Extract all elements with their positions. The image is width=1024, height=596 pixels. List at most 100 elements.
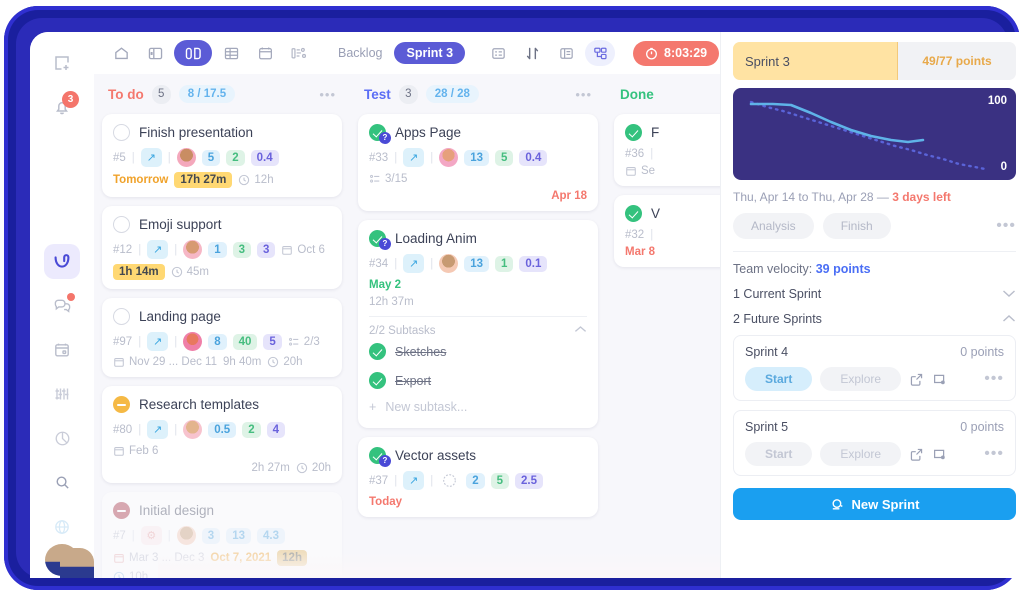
task-checkbox[interactable]: ? bbox=[369, 124, 391, 144]
arrow-icon[interactable]: ↗ bbox=[403, 254, 425, 273]
analytics-icon[interactable] bbox=[44, 421, 80, 455]
task-estimate: 45m bbox=[171, 266, 209, 278]
start-sprint-button[interactable]: Start bbox=[745, 367, 813, 391]
task-checkbox[interactable]: ? bbox=[369, 447, 391, 467]
subtasks-header[interactable]: 2/2 Subtasks bbox=[369, 316, 587, 337]
chevron-up-icon[interactable] bbox=[574, 325, 587, 337]
column-points: 28 / 28 bbox=[425, 85, 479, 103]
table-icon[interactable] bbox=[216, 40, 246, 66]
future-sprint-menu-icon[interactable]: ••• bbox=[984, 370, 1004, 388]
arrow-icon[interactable]: ↗ bbox=[147, 240, 169, 259]
task-checkbox[interactable] bbox=[113, 216, 130, 233]
grid-icon[interactable] bbox=[483, 40, 513, 66]
arrow-icon[interactable]: ↗ bbox=[147, 332, 169, 351]
sprint-progress-bar[interactable]: Sprint 3 49/77 points bbox=[733, 42, 1016, 80]
chevron-down-icon[interactable] bbox=[1002, 287, 1016, 301]
avatar[interactable] bbox=[183, 240, 203, 259]
future-sprint-card[interactable]: Sprint 5 0 points Start Explore ••• bbox=[733, 410, 1016, 476]
calendar-icon[interactable] bbox=[250, 40, 280, 66]
task-card[interactable]: Finish presentation #5 | ↗ | 5 2 0.4 Tom… bbox=[102, 114, 342, 197]
task-due: Tomorrow bbox=[113, 174, 169, 186]
avatar[interactable] bbox=[439, 148, 459, 167]
sort-icon[interactable] bbox=[517, 40, 547, 66]
explore-sprint-button[interactable]: Explore bbox=[820, 367, 902, 391]
task-card[interactable]: Initial design #7 | ⚙ | 3 13 4.3 Mar 3 .… bbox=[102, 492, 342, 578]
sidebar-icon[interactable] bbox=[140, 40, 170, 66]
arrow-icon[interactable]: ↗ bbox=[147, 420, 169, 439]
task-tracked: 12h bbox=[277, 550, 307, 566]
current-sprint-accordion[interactable]: 1 Current Sprint bbox=[733, 287, 1016, 301]
subtask-checkbox[interactable] bbox=[369, 343, 386, 360]
sprint-breadcrumb[interactable]: Sprint 3 bbox=[394, 42, 466, 64]
tag-points: 4 bbox=[266, 421, 285, 438]
task-checkbox[interactable] bbox=[625, 124, 642, 141]
task-status-icon[interactable] bbox=[113, 502, 130, 519]
tag-estimate: 3 bbox=[201, 527, 221, 544]
future-sprint-card[interactable]: Sprint 4 0 points Start Explore ••• bbox=[733, 335, 1016, 401]
task-card[interactable]: ? Loading Anim #34 | ↗ | 13 1 0.1 May 2 … bbox=[358, 220, 598, 428]
gear-icon[interactable]: ⚙ bbox=[140, 526, 162, 545]
avatar[interactable] bbox=[439, 254, 459, 273]
unassigned-avatar-icon[interactable] bbox=[439, 471, 460, 490]
timer-button[interactable]: 8:03:29 bbox=[633, 40, 720, 66]
group-icon[interactable] bbox=[585, 40, 616, 66]
breadcrumb[interactable]: Backlog bbox=[338, 46, 382, 60]
task-checkbox[interactable] bbox=[113, 308, 130, 325]
task-card[interactable]: Emoji support #12 | ↗ | 1 3 3 Oct 6 1h 1… bbox=[102, 206, 342, 289]
subtask-item[interactable]: Export bbox=[369, 366, 587, 395]
tag-spent: 2 bbox=[226, 149, 245, 166]
arrow-icon[interactable]: ↗ bbox=[140, 148, 162, 167]
task-card[interactable]: Landing page #97 | ↗ | 8 40 5 2/3 Nov 29… bbox=[102, 298, 342, 377]
chevron-up-icon[interactable] bbox=[1002, 312, 1016, 326]
avatar[interactable] bbox=[183, 332, 203, 351]
arrow-icon[interactable]: ↗ bbox=[403, 148, 425, 167]
duplicate-sprint-icon[interactable] bbox=[932, 372, 947, 387]
avatar[interactable] bbox=[176, 526, 196, 545]
future-sprints-accordion[interactable]: 2 Future Sprints bbox=[733, 312, 1016, 326]
open-external-icon[interactable] bbox=[909, 447, 924, 462]
duplicate-sprint-icon[interactable] bbox=[932, 447, 947, 462]
analysis-button[interactable]: Analysis bbox=[733, 213, 814, 239]
presence-avatar[interactable] bbox=[60, 548, 94, 578]
future-sprint-menu-icon[interactable]: ••• bbox=[984, 445, 1004, 463]
tag-estimate: 2 bbox=[466, 472, 485, 489]
task-status-icon[interactable] bbox=[113, 396, 130, 413]
task-card[interactable]: Research templates #80 | ↗ | 0.5 2 4 Feb… bbox=[102, 386, 342, 483]
task-checkbox[interactable]: ? bbox=[369, 230, 391, 250]
start-sprint-button[interactable]: Start bbox=[745, 442, 813, 466]
explore-sprint-button[interactable]: Explore bbox=[820, 442, 902, 466]
avatar[interactable] bbox=[183, 420, 203, 439]
task-checklist: 2/3 bbox=[288, 336, 320, 348]
finish-button[interactable]: Finish bbox=[822, 213, 891, 239]
home-icon[interactable] bbox=[106, 40, 136, 66]
calendar-icon[interactable] bbox=[44, 333, 80, 367]
globe-icon[interactable] bbox=[44, 510, 80, 544]
subtask-checkbox[interactable] bbox=[369, 372, 386, 389]
column-menu-icon[interactable]: ••• bbox=[575, 87, 592, 102]
search-icon[interactable] bbox=[44, 465, 80, 499]
reports-icon[interactable] bbox=[44, 377, 80, 411]
task-checkbox[interactable] bbox=[625, 205, 642, 222]
sprint-menu-icon[interactable]: ••• bbox=[996, 217, 1016, 235]
avatar[interactable] bbox=[176, 148, 196, 167]
column-menu-icon[interactable]: ••• bbox=[319, 87, 336, 102]
workflow-icon[interactable] bbox=[284, 40, 314, 66]
open-external-icon[interactable] bbox=[909, 372, 924, 387]
task-due: Mar 8 bbox=[625, 246, 656, 258]
list-icon[interactable] bbox=[551, 40, 581, 66]
chart-min-label: 0 bbox=[1000, 161, 1007, 173]
subtask-item[interactable]: Sketches bbox=[369, 337, 587, 366]
task-checkbox[interactable] bbox=[113, 124, 130, 141]
task-dates: Mar 3 ... Dec 3 bbox=[113, 552, 204, 564]
chat-icon[interactable] bbox=[44, 289, 80, 323]
column-points: 8 / 17.5 bbox=[178, 85, 236, 103]
notifications-icon[interactable]: 3 bbox=[44, 90, 80, 124]
new-subtask-input[interactable]: + New subtask... bbox=[369, 395, 587, 419]
board-icon[interactable] bbox=[174, 40, 212, 66]
new-sprint-button[interactable]: New Sprint bbox=[733, 488, 1016, 520]
task-card[interactable]: ? Vector assets #37 | ↗ | 2 5 2.5 Today bbox=[358, 437, 598, 517]
add-board-icon[interactable] bbox=[44, 46, 80, 80]
arrow-icon[interactable]: ↗ bbox=[403, 471, 425, 490]
task-card[interactable]: ? Apps Page #33 | ↗ | 13 5 0.4 3/15 Apr … bbox=[358, 114, 598, 211]
app-logo-icon[interactable] bbox=[44, 244, 80, 279]
